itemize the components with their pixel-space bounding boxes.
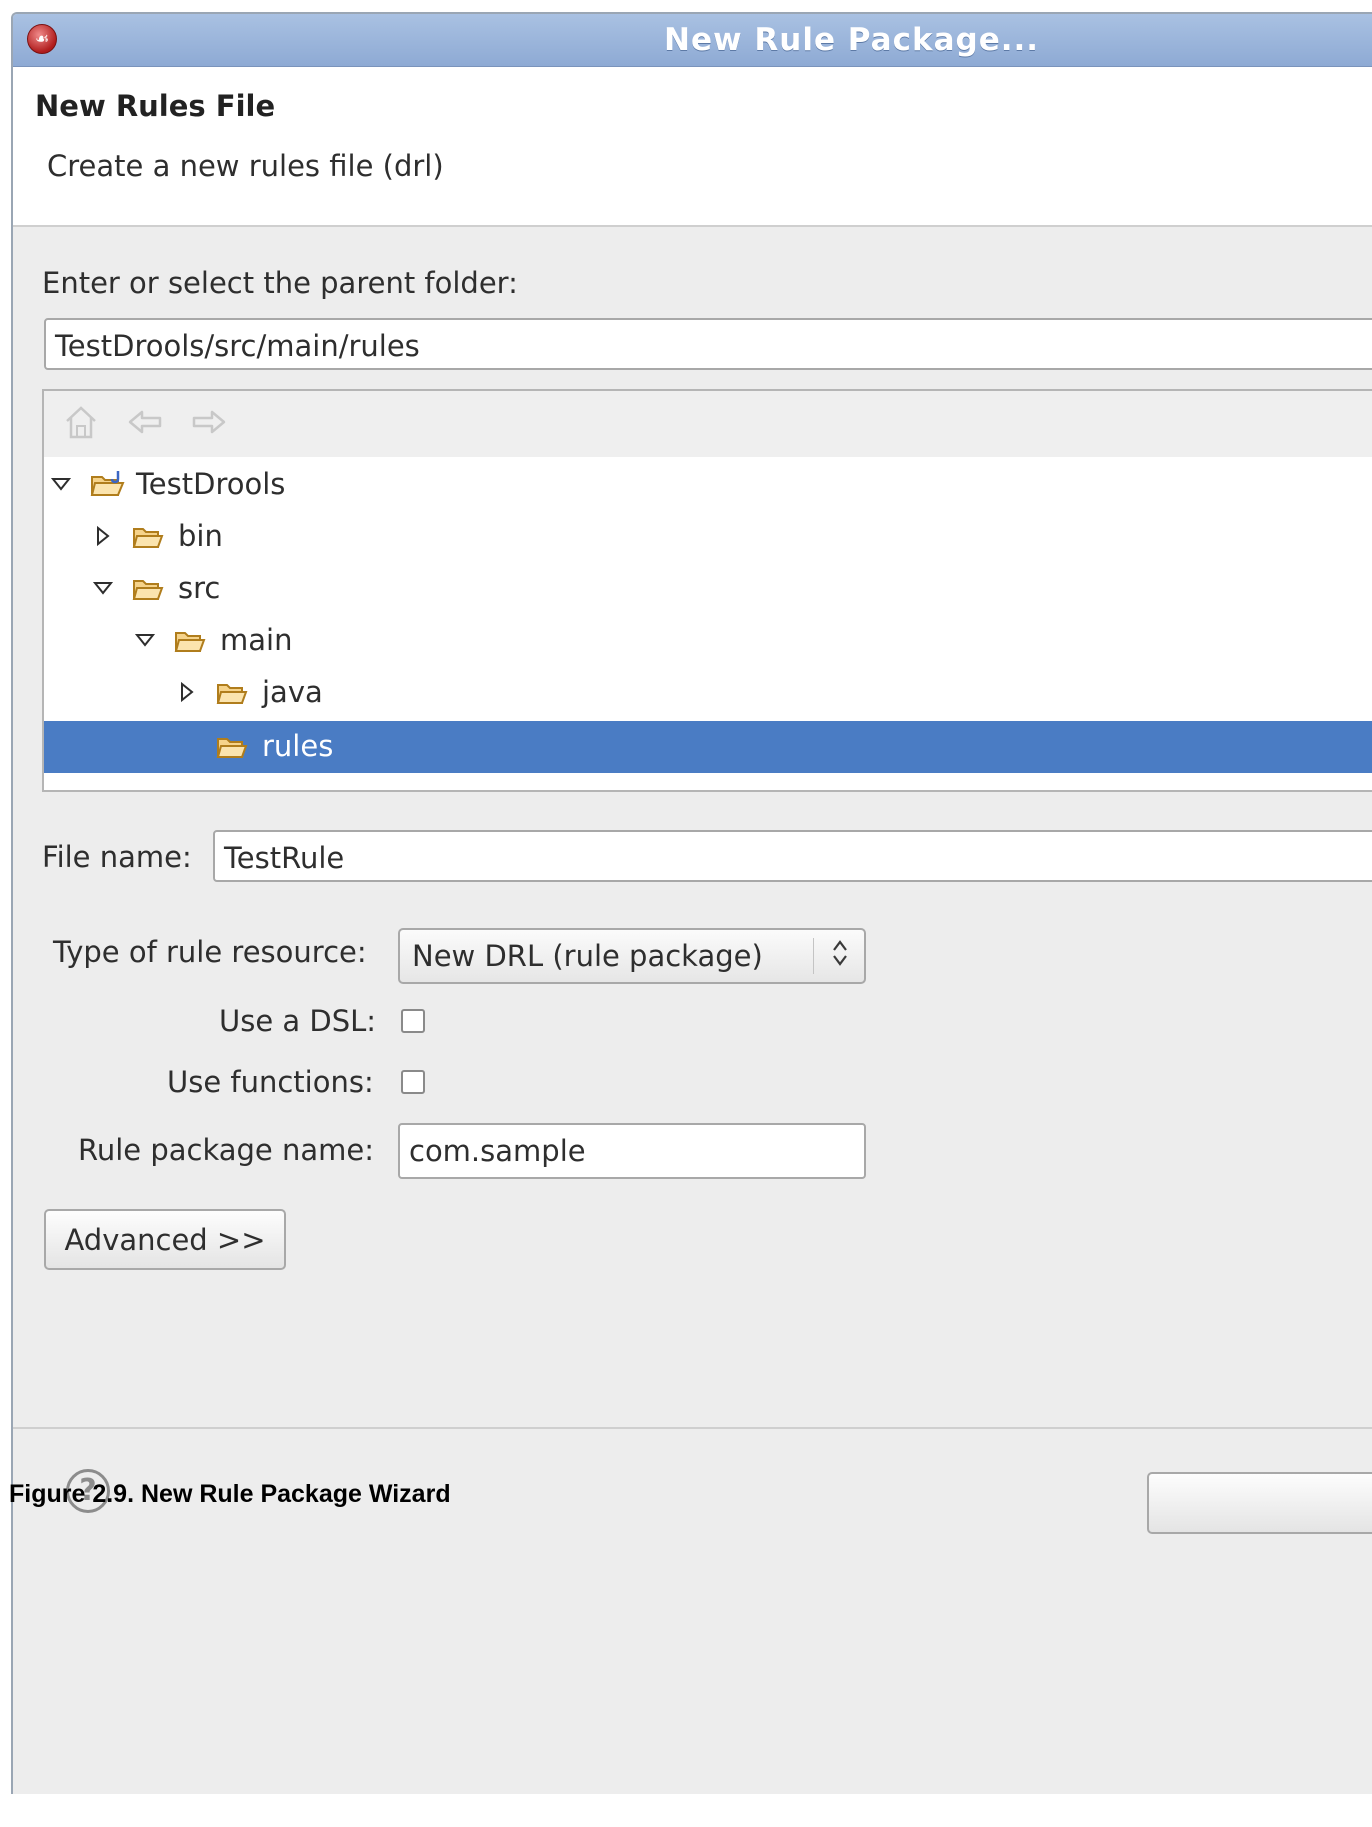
tree-item-src[interactable]: src (44, 563, 1372, 615)
app-icon: ☙ (27, 24, 57, 54)
use-dsl-checkbox[interactable] (401, 1009, 425, 1033)
use-functions-label: Use functions: (167, 1065, 374, 1099)
tree-item-bin[interactable]: bin (44, 511, 1372, 563)
page-title: New Rules File (35, 89, 276, 123)
folder-tree[interactable]: TestDrools bin src main java rules (42, 389, 1372, 792)
back-arrow-icon[interactable] (126, 403, 164, 441)
footer-divider (13, 1427, 1372, 1429)
forward-arrow-icon[interactable] (190, 403, 228, 441)
tree-item-label: rules (262, 729, 334, 763)
figure-caption: Figure 2.9. New Rule Package Wizard (9, 1480, 451, 1508)
partial-footer-button[interactable] (1147, 1472, 1372, 1534)
home-icon[interactable] (62, 403, 100, 441)
tree-toolbar (44, 391, 1372, 457)
up-down-arrows-icon (830, 936, 850, 971)
file-name-label: File name: (42, 840, 192, 874)
tree-item-main[interactable]: main (44, 615, 1372, 667)
rule-resource-select[interactable]: New DRL (rule package) (398, 928, 866, 984)
package-name-input[interactable]: com.sample (398, 1123, 866, 1179)
expanded-triangle-icon[interactable] (134, 629, 156, 651)
new-rule-package-dialog: ☙ New Rule Package... New Rules File Cre… (11, 12, 1372, 1794)
tree-item-label: java (262, 675, 323, 709)
rule-resource-selected: New DRL (rule package) (412, 939, 763, 973)
select-divider (813, 938, 814, 974)
folder-icon (132, 580, 164, 600)
parent-folder-input[interactable]: TestDrools/src/main/rules (44, 318, 1372, 370)
tree-item-label: TestDrools (136, 467, 286, 501)
file-name-input[interactable]: TestRule (213, 830, 1372, 882)
tree-item-java[interactable]: java (44, 667, 1372, 719)
folder-icon (216, 738, 248, 758)
use-dsl-label: Use a DSL: (219, 1004, 377, 1038)
tree-item-label: bin (178, 519, 223, 553)
tree-item-rules[interactable]: rules (44, 721, 1372, 773)
tree-item-label: src (178, 571, 221, 605)
parent-folder-label: Enter or select the parent folder: (42, 266, 518, 300)
page-description: Create a new rules file (drl) (47, 149, 444, 183)
expanded-triangle-icon[interactable] (50, 473, 72, 495)
folder-icon (132, 528, 164, 548)
expanded-triangle-icon[interactable] (92, 577, 114, 599)
advanced-button[interactable]: Advanced >> (44, 1209, 286, 1270)
wizard-header: New Rules File Create a new rules file (… (13, 67, 1372, 227)
use-functions-checkbox[interactable] (401, 1070, 425, 1094)
collapsed-triangle-icon[interactable] (176, 681, 198, 703)
tree-item-label: main (220, 623, 293, 657)
folder-icon (216, 684, 248, 704)
folder-icon (174, 632, 206, 652)
window-title: New Rule Package... (664, 22, 1040, 58)
package-name-label: Rule package name: (78, 1133, 375, 1167)
collapsed-triangle-icon[interactable] (92, 525, 114, 547)
java-project-icon (90, 471, 125, 496)
rule-resource-label: Type of rule resource: (53, 935, 367, 969)
tree-item-testdrools[interactable]: TestDrools (44, 459, 1372, 511)
title-bar[interactable]: ☙ New Rule Package... (13, 14, 1372, 67)
